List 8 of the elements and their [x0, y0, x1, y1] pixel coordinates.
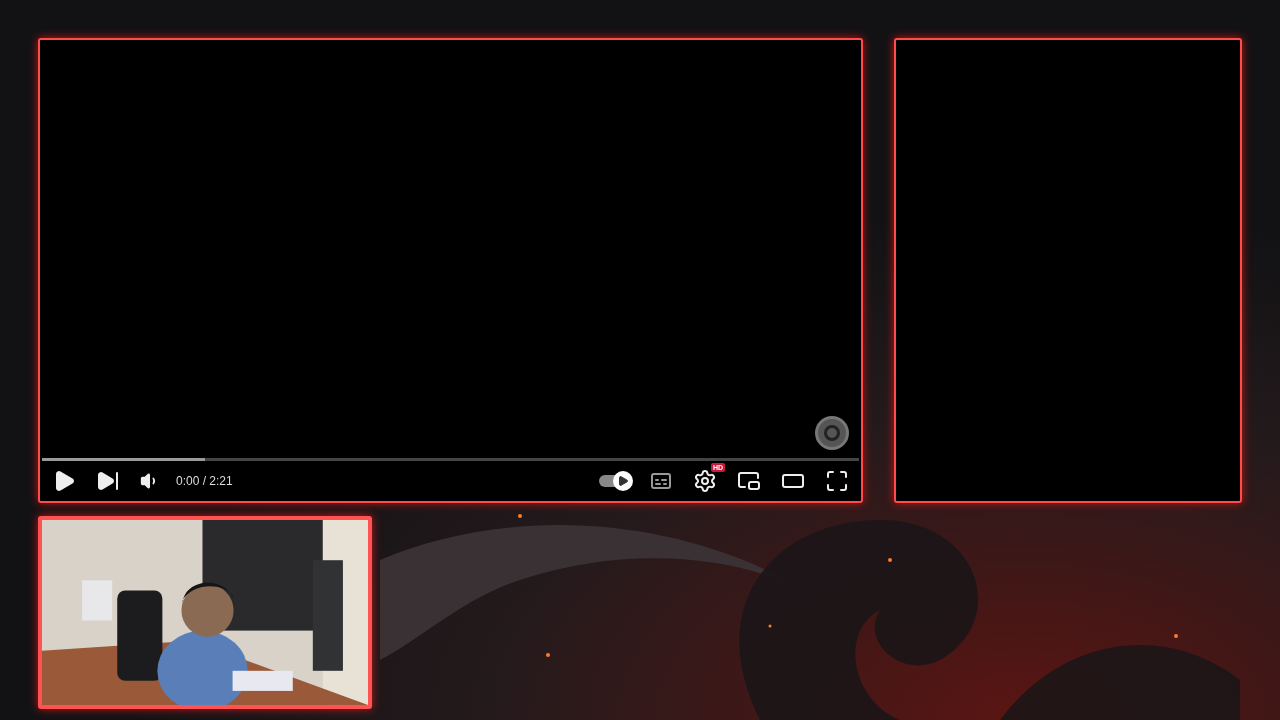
time-display: 0:00 / 2:21 — [176, 473, 233, 490]
channel-logo-icon — [815, 416, 849, 450]
play-icon — [617, 475, 629, 487]
miniplayer-icon[interactable] — [737, 469, 761, 493]
fullscreen-icon[interactable] — [825, 469, 849, 493]
progress-bar[interactable] — [42, 458, 859, 461]
next-icon[interactable] — [96, 469, 120, 493]
settings-icon[interactable] — [693, 469, 717, 493]
